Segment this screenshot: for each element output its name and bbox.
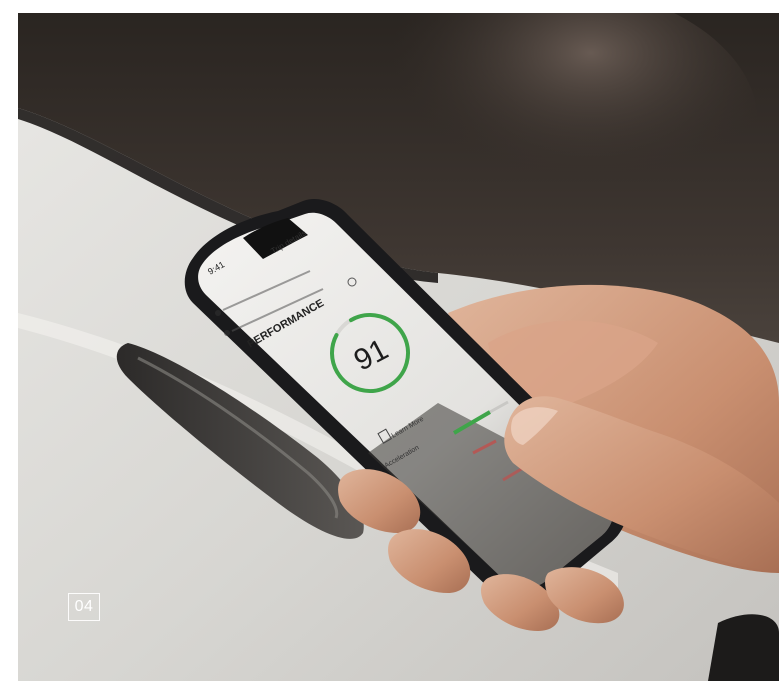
photo-illustration: 9:41 Trip details PERFORMANCE 91 Learn M… [18,13,779,681]
slide-number-badge: 04 [68,593,100,621]
product-photo: 9:41 Trip details PERFORMANCE 91 Learn M… [18,13,779,681]
